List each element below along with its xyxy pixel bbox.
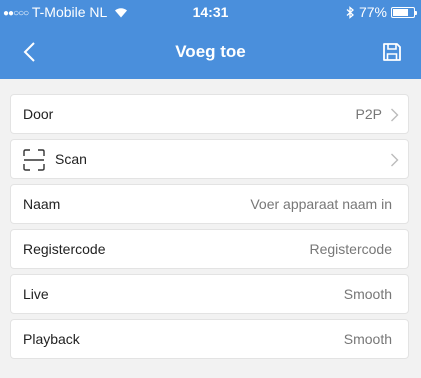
- bluetooth-icon: [346, 5, 354, 19]
- playback-label: Playback: [23, 331, 80, 347]
- save-icon: [383, 43, 401, 61]
- scan-label: Scan: [55, 151, 87, 167]
- naam-label: Naam: [23, 196, 61, 212]
- live-label: Live: [23, 286, 49, 302]
- add-device-form: Door P2P Scan Naam Voer apparaat naam in…: [10, 94, 409, 364]
- battery-icon: [391, 6, 417, 18]
- live-value: Smooth: [343, 286, 392, 302]
- registercode-row[interactable]: Registercode Registercode: [10, 229, 409, 269]
- scan-icon: [23, 149, 45, 171]
- door-value: P2P: [355, 106, 382, 122]
- naam-row[interactable]: Naam Voer apparaat naam in: [10, 184, 409, 224]
- page-title: Voeg toe: [175, 42, 246, 61]
- door-label: Door: [23, 106, 54, 122]
- registercode-label: Registercode: [23, 241, 106, 257]
- battery-percent: 77%: [358, 4, 387, 20]
- scan-row[interactable]: Scan: [10, 139, 409, 179]
- battery-fill: [393, 8, 409, 16]
- status-bar: ●●○○○ T-Mobile NL 14:31 77%: [0, 0, 421, 25]
- status-right: 77%: [346, 4, 417, 20]
- door-row[interactable]: Door P2P: [10, 94, 409, 134]
- app-bar: ●●○○○ T-Mobile NL 14:31 77% Voeg toe: [0, 0, 421, 79]
- playback-row[interactable]: Playback Smooth: [10, 319, 409, 359]
- naam-input[interactable]: Voer apparaat naam in: [250, 196, 392, 212]
- navigation-bar: Voeg toe: [0, 25, 421, 79]
- registercode-input[interactable]: Registercode: [310, 241, 393, 257]
- chevron-right-icon: [391, 153, 399, 167]
- chevron-right-icon: [391, 108, 399, 122]
- live-row[interactable]: Live Smooth: [10, 274, 409, 314]
- playback-value: Smooth: [343, 331, 392, 347]
- save-button[interactable]: [379, 39, 405, 65]
